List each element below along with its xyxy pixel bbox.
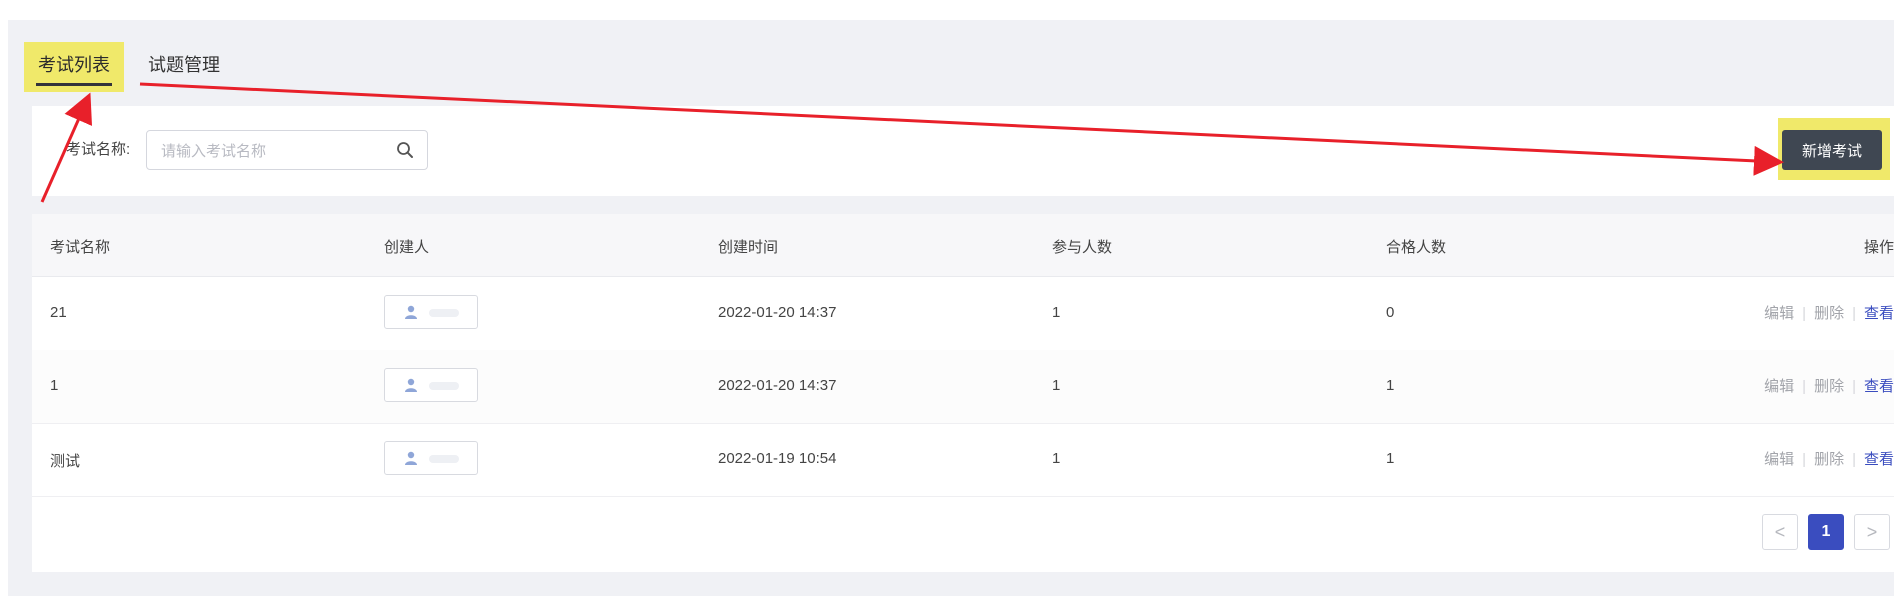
passed-cell: 1	[1386, 450, 1395, 467]
exam-name-cell: 测试	[50, 453, 81, 470]
creator-name-redacted	[429, 455, 459, 463]
tab-exam-list-label: 考试列表	[38, 55, 110, 75]
pagination-prev-button[interactable]: <	[1762, 514, 1798, 550]
action-separator: |	[1852, 451, 1856, 468]
created-time-cell: 2022-01-19 10:54	[718, 450, 837, 467]
column-header-passed: 合格人数	[1386, 239, 1447, 256]
participants-cell: 1	[1052, 377, 1061, 394]
delete-link[interactable]: 删除	[1814, 451, 1844, 468]
action-separator: |	[1802, 378, 1807, 395]
creator-name-redacted	[429, 309, 459, 317]
column-header-actions: 操作	[1863, 239, 1894, 256]
pagination-next-button[interactable]: >	[1854, 514, 1890, 550]
action-separator: |	[1802, 305, 1807, 322]
tab-question-management[interactable]: 试题管理	[148, 42, 220, 88]
table-row: 1 2022-01-20 14:37 1 1 编辑 | 删除 | 查看	[32, 350, 1894, 424]
row-actions: 编辑 | 删除 | 查看	[1764, 423, 1894, 496]
action-separator: |	[1852, 305, 1856, 322]
search-label: 考试名称:	[66, 141, 131, 158]
search-icon[interactable]	[395, 140, 415, 160]
view-link[interactable]: 查看	[1864, 451, 1894, 468]
user-icon	[405, 305, 417, 319]
creator-chip	[384, 441, 478, 475]
participants-cell: 1	[1052, 450, 1061, 467]
table-row: 21 2022-01-20 14:37 1 0 编辑 | 删除 | 查看	[32, 277, 1894, 351]
created-time-cell: 2022-01-20 14:37	[718, 377, 837, 394]
column-header-exam-name: 考试名称	[50, 239, 111, 256]
exam-name-search-input[interactable]	[159, 139, 383, 163]
pagination-page-1[interactable]: 1	[1808, 514, 1844, 550]
column-header-participants: 参与人数	[1052, 239, 1113, 256]
user-icon	[405, 378, 417, 392]
active-tab-underline	[36, 83, 112, 86]
search-box	[146, 130, 428, 170]
edit-link[interactable]: 编辑	[1764, 305, 1794, 322]
view-link[interactable]: 查看	[1864, 305, 1894, 322]
row-actions: 编辑 | 删除 | 查看	[1764, 350, 1894, 423]
delete-link[interactable]: 删除	[1814, 378, 1844, 395]
delete-link[interactable]: 删除	[1814, 305, 1844, 322]
passed-cell: 0	[1386, 304, 1395, 321]
top-bar	[8, 4, 1894, 21]
creator-name-redacted	[429, 382, 459, 390]
participants-cell: 1	[1052, 304, 1061, 321]
column-header-created-time: 创建时间	[718, 239, 779, 256]
add-exam-button[interactable]: 新增考试	[1782, 130, 1882, 170]
view-link[interactable]: 查看	[1864, 378, 1894, 395]
passed-cell: 1	[1386, 377, 1395, 394]
creator-chip	[384, 368, 478, 402]
exam-name-cell: 1	[50, 377, 59, 394]
created-time-cell: 2022-01-20 14:37	[718, 304, 837, 321]
edit-link[interactable]: 编辑	[1764, 378, 1794, 395]
row-actions: 编辑 | 删除 | 查看	[1764, 277, 1894, 350]
tab-question-management-label: 试题管理	[148, 55, 220, 75]
exam-table: 考试名称 创建人 创建时间 参与人数 合格人数 操作 21 2022-01-20…	[32, 214, 1894, 572]
table-row: 测试 2022-01-19 10:54 1 1 编辑 | 删除 | 查看	[32, 423, 1894, 497]
action-separator: |	[1802, 451, 1807, 468]
exam-name-cell: 21	[50, 304, 67, 321]
column-header-creator: 创建人	[384, 239, 430, 256]
table-header: 考试名称 创建人 创建时间 参与人数 合格人数 操作	[32, 214, 1894, 277]
creator-chip	[384, 295, 478, 329]
edit-link[interactable]: 编辑	[1764, 451, 1794, 468]
action-separator: |	[1852, 378, 1856, 395]
user-icon	[405, 451, 417, 465]
tab-exam-list[interactable]: 考试列表	[24, 42, 124, 92]
